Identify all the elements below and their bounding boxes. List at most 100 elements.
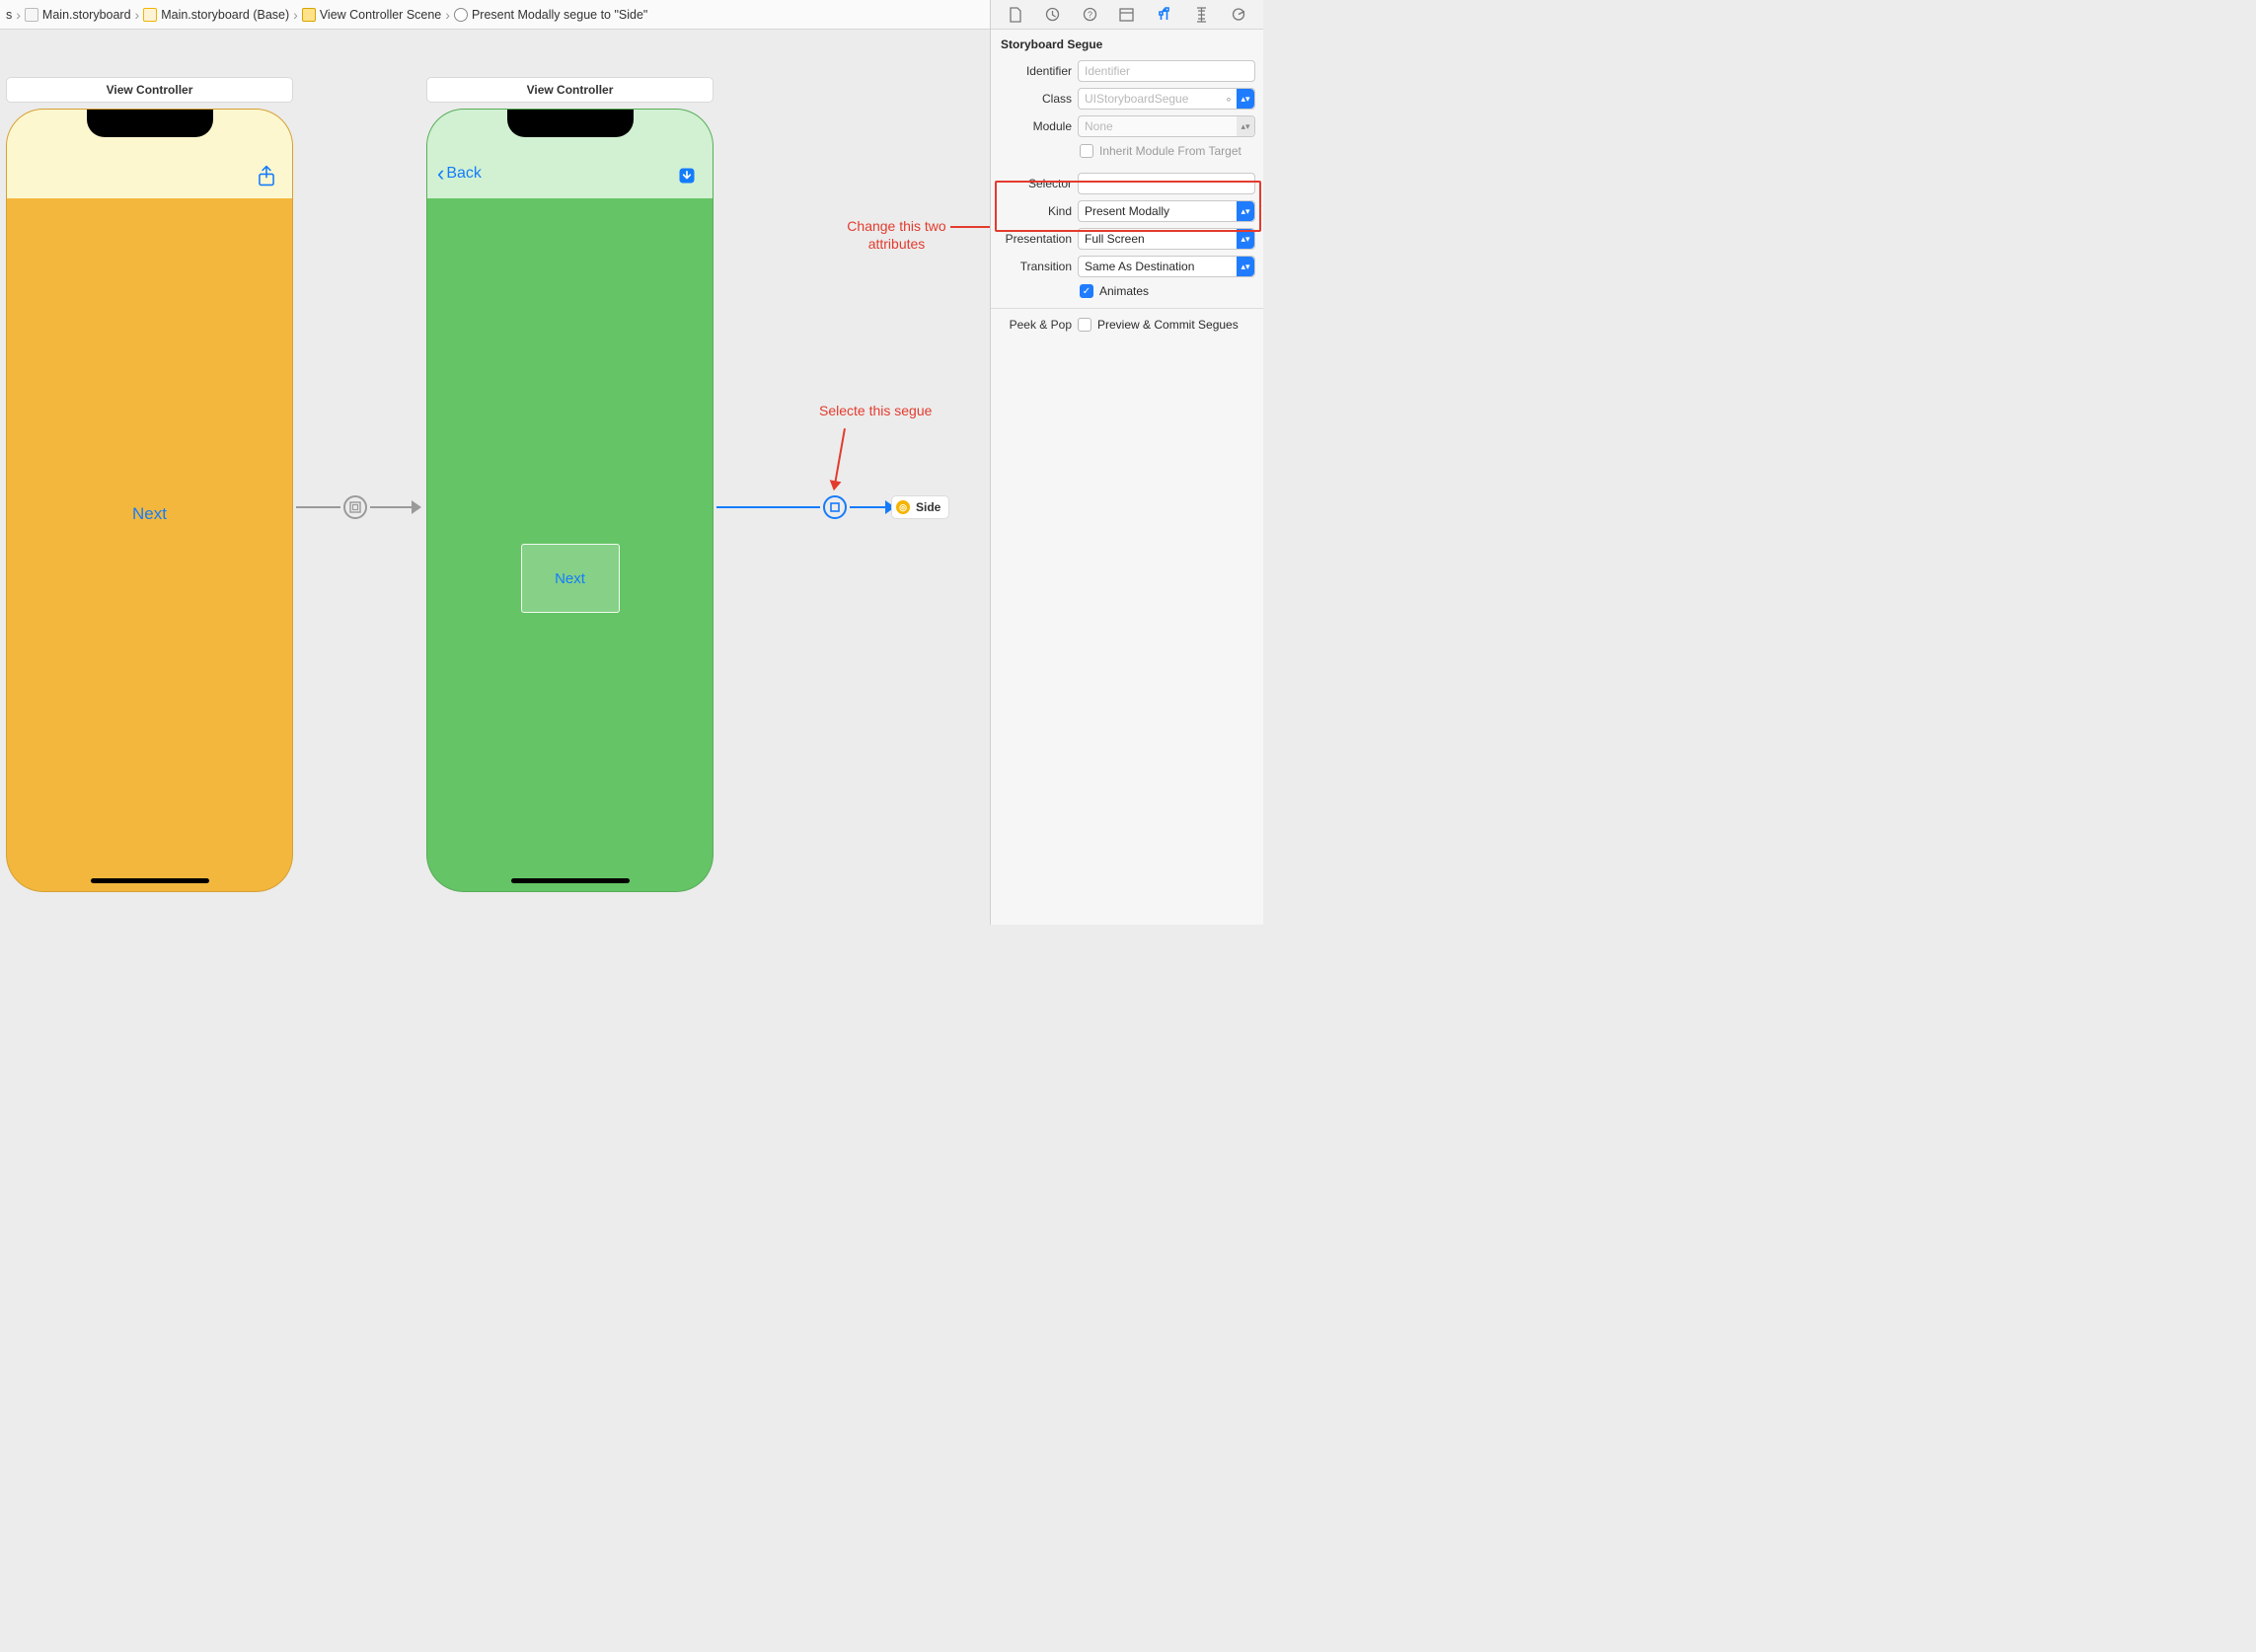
segue-icon — [454, 8, 468, 22]
file-inspector-tab[interactable] — [1004, 3, 1027, 27]
inspector-panel: ? Storyboard Segue Identifier Identifier… — [990, 0, 1263, 925]
breadcrumb-root[interactable]: s — [6, 8, 12, 22]
label-presentation: Presentation — [999, 232, 1072, 246]
class-dropdown[interactable]: UIStoryboardSegue ◦ ▴▾ — [1078, 88, 1255, 110]
annotation-select-segue: Selecte this segue — [819, 403, 932, 418]
side-vc-reference[interactable]: ◎ Side — [891, 495, 949, 519]
dropdown-arrows-icon: ▴▾ — [1237, 201, 1254, 221]
segue-node-icon[interactable] — [823, 495, 847, 519]
module-value: None — [1085, 119, 1237, 133]
back-button[interactable]: ‹ Back — [437, 163, 482, 185]
vc1-title-text: View Controller — [107, 83, 193, 97]
transition-dropdown[interactable]: Same As Destination ▴▾ — [1078, 256, 1255, 277]
vc1-next-button[interactable]: Next — [132, 504, 167, 524]
inherit-label: Inherit Module From Target — [1099, 144, 1241, 158]
label-kind: Kind — [999, 204, 1072, 218]
home-indicator-icon — [511, 878, 630, 883]
row-peek-pop: Peek & Pop Preview & Commit Segues — [991, 315, 1263, 335]
attributes-inspector-tab[interactable] — [1153, 3, 1176, 27]
identifier-field[interactable]: Identifier — [1078, 60, 1255, 82]
storyboard-file-icon — [25, 8, 38, 22]
vc1-title-bar[interactable]: View Controller — [6, 77, 293, 103]
segue-line — [296, 506, 340, 508]
annotation-line2: attributes — [868, 236, 926, 252]
goto-class-icon[interactable]: ◦ — [1221, 91, 1237, 107]
storyboard-base-icon — [143, 8, 157, 22]
module-dropdown[interactable]: None ▴▾ — [1078, 115, 1255, 137]
vc2-next-button[interactable]: Next — [555, 570, 585, 587]
divider — [991, 308, 1263, 309]
help-inspector-tab[interactable]: ? — [1078, 3, 1101, 27]
breadcrumb-label: Main.storyboard (Base) — [161, 8, 289, 22]
notch-icon — [87, 110, 213, 137]
chevron-right-icon: › — [445, 7, 450, 23]
vc2-title-text: View Controller — [527, 83, 614, 97]
row-kind: Kind Present Modally ▴▾ — [991, 197, 1263, 225]
breadcrumb-main-storyboard-base[interactable]: Main.storyboard (Base) — [143, 8, 289, 22]
row-animates: ✓ Animates — [991, 280, 1263, 302]
kind-value: Present Modally — [1085, 204, 1237, 218]
vc2-navbar: ‹ Back — [427, 110, 713, 198]
row-inherit-module: Inherit Module From Target — [991, 140, 1263, 162]
breadcrumb-scene[interactable]: View Controller Scene — [302, 8, 441, 22]
row-class: Class UIStoryboardSegue ◦ ▴▾ — [991, 85, 1263, 113]
back-label: Back — [446, 165, 482, 183]
chevron-left-icon: ‹ — [437, 163, 444, 185]
breadcrumb-label: Present Modally segue to "Side" — [472, 8, 647, 22]
storyboard-reference-icon: ◎ — [896, 500, 910, 514]
dropdown-arrows-icon: ▴▾ — [1237, 229, 1254, 249]
share-icon[interactable] — [257, 165, 278, 187]
row-presentation: Presentation Full Screen ▴▾ — [991, 225, 1263, 253]
identity-inspector-tab[interactable] — [1115, 3, 1139, 27]
side-chip-label: Side — [916, 500, 940, 514]
presentation-dropdown[interactable]: Full Screen ▴▾ — [1078, 228, 1255, 250]
class-value: UIStoryboardSegue — [1085, 92, 1221, 106]
label-selector: Selector — [999, 177, 1072, 190]
vc1-content: Next — [7, 198, 292, 891]
label-module: Module — [999, 119, 1072, 133]
breadcrumb-main-storyboard[interactable]: Main.storyboard — [25, 8, 131, 22]
history-inspector-tab[interactable] — [1041, 3, 1065, 27]
connections-inspector-tab[interactable] — [1227, 3, 1250, 27]
annotation-change-attrs: Change this two attributes — [840, 218, 953, 253]
inherit-checkbox[interactable] — [1080, 144, 1093, 158]
annotation-text: Selecte this segue — [819, 403, 932, 418]
presentation-value: Full Screen — [1085, 232, 1237, 246]
preview-commit-checkbox[interactable] — [1078, 318, 1091, 332]
label-identifier: Identifier — [999, 64, 1072, 78]
row-module: Module None ▴▾ — [991, 113, 1263, 140]
kind-dropdown[interactable]: Present Modally ▴▾ — [1078, 200, 1255, 222]
label-peek-pop: Peek & Pop — [999, 318, 1072, 332]
vc1-navbar — [7, 110, 292, 198]
preview-commit-label: Preview & Commit Segues — [1097, 318, 1239, 332]
vc2-container-view[interactable]: Next — [521, 544, 620, 613]
segue-vc1-to-vc2[interactable] — [296, 495, 421, 519]
selector-field[interactable] — [1078, 173, 1255, 194]
breadcrumb-segue[interactable]: Present Modally segue to "Side" — [454, 8, 647, 22]
annotation-line1: Change this two — [847, 218, 945, 234]
segue-vc2-to-side[interactable] — [716, 495, 895, 519]
row-selector: Selector — [991, 170, 1263, 197]
size-inspector-tab[interactable] — [1189, 3, 1213, 27]
segue-node-icon[interactable] — [343, 495, 367, 519]
dropdown-arrows-icon: ▴▾ — [1237, 116, 1254, 136]
home-indicator-icon — [91, 878, 209, 883]
storyboard-canvas[interactable]: View Controller View Controller Next ‹ B… — [0, 30, 990, 925]
download-icon[interactable] — [677, 165, 699, 187]
annotation-arrow-icon — [833, 428, 846, 488]
animates-label: Animates — [1099, 284, 1149, 298]
dropdown-arrows-icon: ▴▾ — [1237, 89, 1254, 109]
device-preview-vc2[interactable]: ‹ Back Next — [426, 109, 714, 892]
vc2-content: Next — [427, 198, 713, 891]
device-preview-vc1[interactable]: Next — [6, 109, 293, 892]
vc2-title-bar[interactable]: View Controller — [426, 77, 714, 103]
segue-line — [850, 506, 885, 508]
breadcrumb-label: View Controller Scene — [320, 8, 441, 22]
label-class: Class — [999, 92, 1072, 106]
chevron-right-icon: › — [135, 7, 140, 23]
row-transition: Transition Same As Destination ▴▾ — [991, 253, 1263, 280]
animates-checkbox[interactable]: ✓ — [1080, 284, 1093, 298]
inspector-section-title: Storyboard Segue — [991, 30, 1263, 57]
scene-icon — [302, 8, 316, 22]
transition-value: Same As Destination — [1085, 260, 1237, 273]
